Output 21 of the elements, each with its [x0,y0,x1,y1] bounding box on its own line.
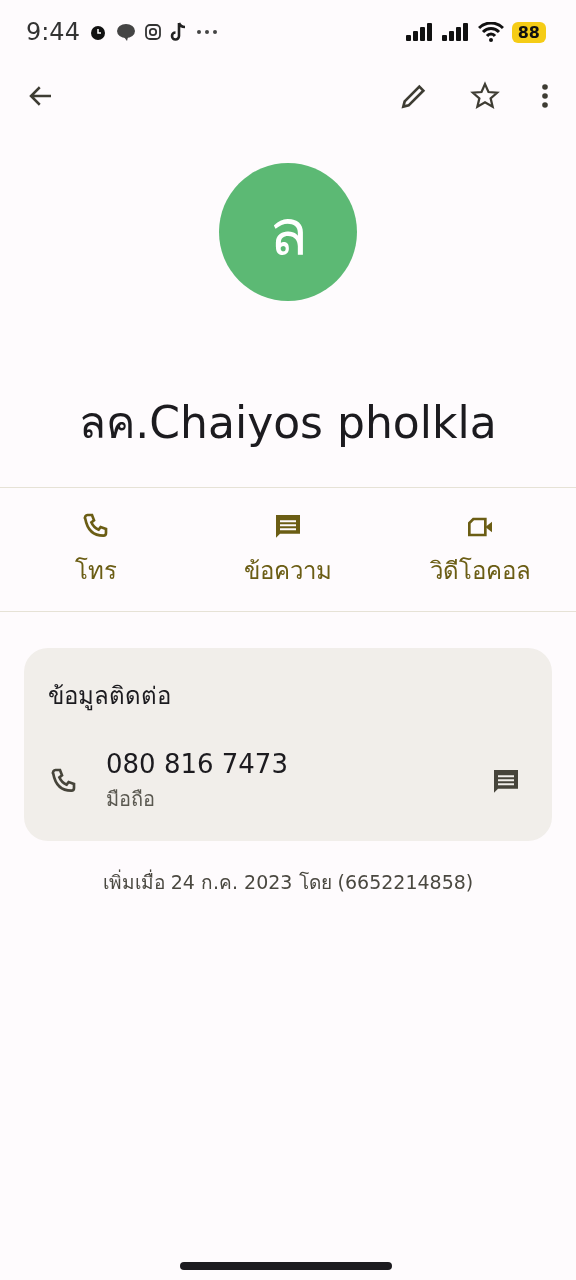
phone-number[interactable]: 080 816 7473 [106,749,458,779]
contact-avatar: ล [219,163,357,301]
status-time: 9:44 [26,18,80,46]
more-vertical-icon [540,83,550,109]
action-button[interactable]: วิดีโอคอล [384,510,576,591]
signal-icon [405,23,434,41]
more-notifications-icon [195,29,218,35]
action-button[interactable]: ข้อความ [192,510,384,591]
battery-level: 88 [511,21,546,43]
phone-type: มือถือ [106,786,156,813]
music-note-icon [169,22,188,42]
contact-name: ลค.Chaiyos pholkla [78,396,498,450]
chat-bubble-icon [115,22,136,42]
added-info: เพิ่มเมื่อ 24 ก.ค. 2023 โดย (6652214858) [101,868,475,895]
wifi-icon [477,22,504,42]
signal-icon [441,23,470,41]
action-button[interactable]: โทร [0,510,192,591]
card-title: ข้อมูลติดต่อ [48,681,172,713]
star-icon [470,81,500,111]
camera-icon [143,23,162,41]
home-handle[interactable] [180,1262,392,1270]
